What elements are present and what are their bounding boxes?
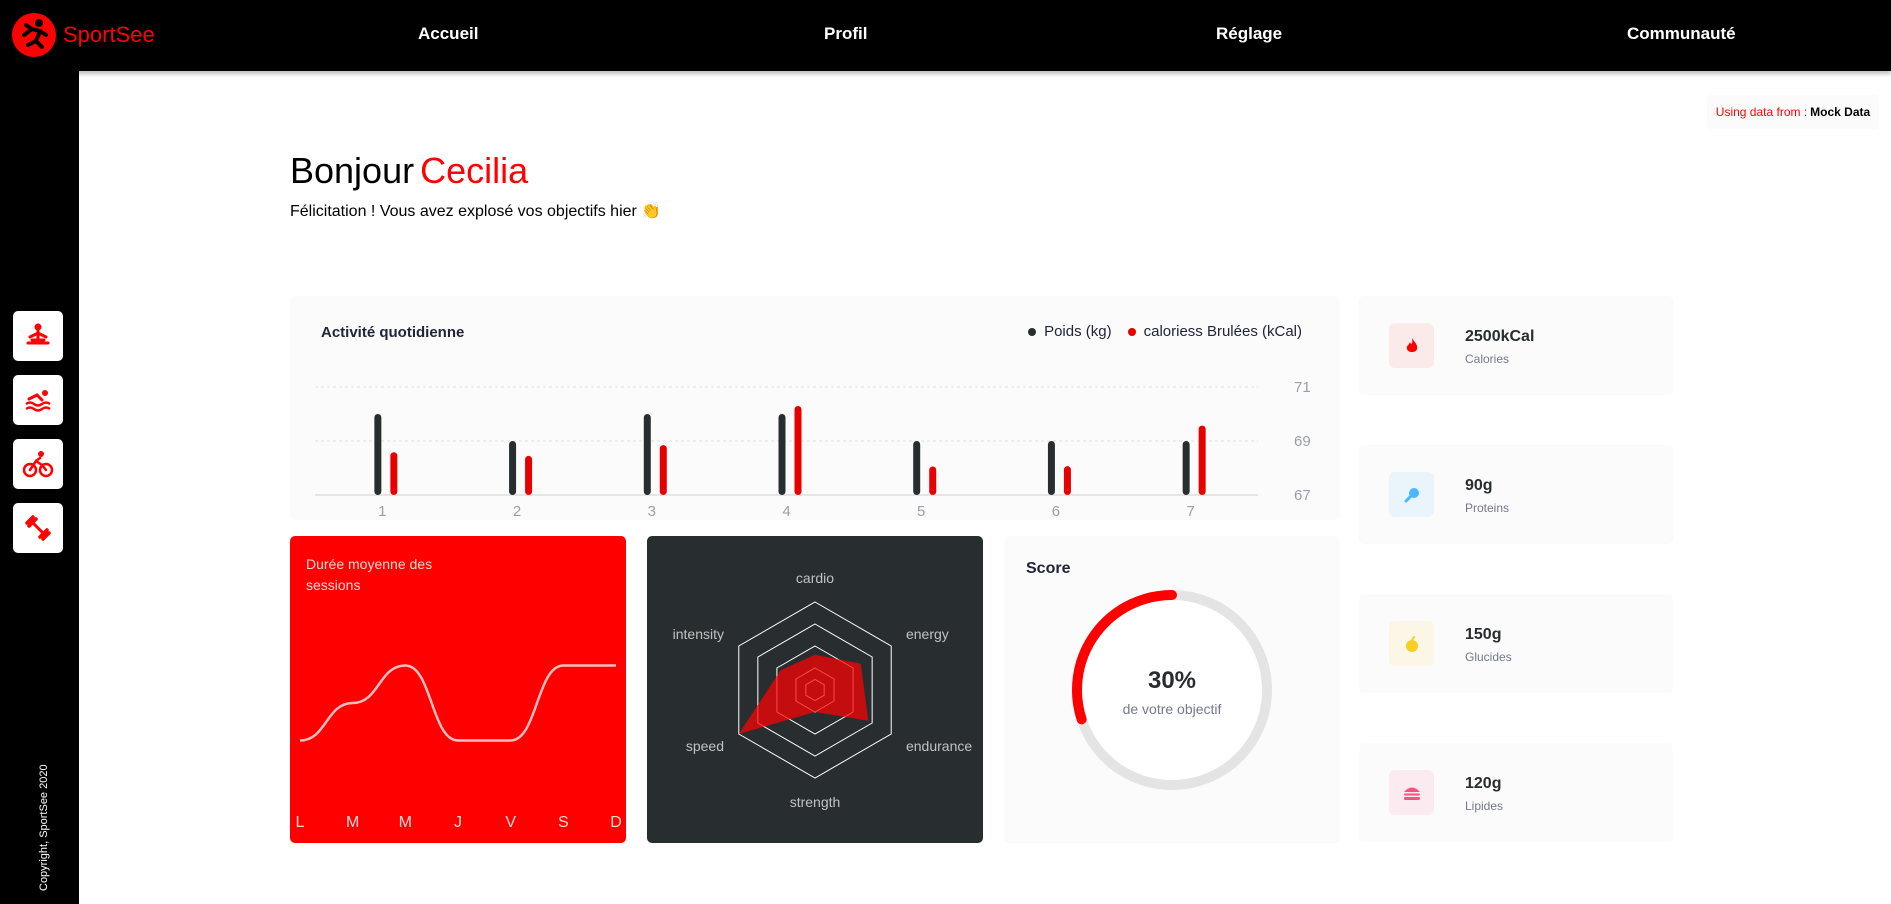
cycling-icon [22,451,54,478]
key-value-calories: 2500kCal [1465,328,1535,345]
sessions-line [299,664,616,742]
score-chart: Score 30% de votre objectif [1004,536,1340,843]
data-source-label: Using data from : [1715,105,1808,119]
left-sidebar: Copyright, SportSee 2020 [0,71,79,904]
radar-axis-label: energy [906,626,949,642]
burger-icon [1403,787,1420,800]
radar-axis-label: speed [686,738,724,754]
fire-icon [1406,337,1417,352]
y-tick-label: 69 [1294,433,1311,450]
chicken-icon [1404,487,1419,502]
key-label-carbs: Glucides [1465,650,1512,664]
calories-bar [929,466,937,495]
calories-bar [794,406,802,495]
swimming-button[interactable] [13,375,63,425]
score-subtitle: de votre objectif [1122,701,1222,717]
x-tick-label: 2 [513,503,521,520]
swimming-icon [25,390,51,412]
key-value-proteins: 90g [1465,477,1493,494]
key-card-lipids: 120g Lipides [1359,743,1673,842]
performance-radar-chart: cardio energy endurance strength speed intens… [647,536,983,843]
key-card-calories: 2500kCal Calories [1359,296,1673,395]
radar-axis-label: cardio [796,570,834,586]
app-name: SportSee [63,22,155,47]
radar-axis-label: intensity [673,626,724,642]
nav-profil[interactable]: Profil [824,24,867,44]
cycling-button[interactable] [13,439,63,489]
key-label-calories: Calories [1465,352,1510,366]
sessions-plot: LMMJVSD [296,664,622,831]
runner-logo-icon [12,13,56,57]
key-icon-box-calories [1389,323,1434,368]
calories-bar [525,455,533,495]
average-sessions-chart: Durée moyenne des sessions LMMJVSD [290,536,626,843]
radar-axis-label: strength [790,794,841,810]
nav-reglage[interactable]: Réglage [1216,24,1282,44]
day-tick-label: J [454,814,462,831]
key-icon-box-carbs [1389,621,1434,666]
weight-bar [509,441,517,495]
weight-bar [1182,441,1190,495]
user-first-name: Cecilia [420,150,529,191]
copyright-text: Copyright, SportSee 2020 [38,764,50,891]
day-tick-label: V [505,814,516,831]
page-title: Bonjour Cecilia [290,150,528,192]
logo[interactable]: SportSee [12,13,155,57]
y-tick-label: 71 [1294,379,1311,396]
calories-bar [1198,425,1206,495]
weight-bar [913,441,921,495]
meditation-icon [26,323,50,345]
key-card-proteins: 90g Proteins [1359,445,1673,544]
data-source-value: Mock Data [1810,105,1871,119]
data-source-badge[interactable]: Using data from : Mock Data [1707,95,1879,129]
radar-plot: cardio energy endurance strength speed intens… [673,570,973,810]
score-value: 30% [1147,667,1197,694]
day-tick-label: L [296,814,305,831]
nav-communaute[interactable]: Communauté [1627,24,1736,44]
x-tick-label: 4 [782,503,790,520]
top-navbar: SportSee Accueil Profil Réglage Communau… [0,0,1891,71]
calories-bar [659,445,667,495]
activity-plot: 6769711 2 3 4 5 6 7 [315,379,1311,520]
weight-bar [374,414,382,495]
weight-bar [643,414,651,495]
meditation-button[interactable] [13,311,63,361]
day-tick-label: D [610,814,622,831]
key-value-lipids: 120g [1465,775,1502,792]
greeting-message: Félicitation ! Vous avez explosé vos obj… [290,203,662,220]
x-tick-label: 1 [378,503,386,520]
day-tick-label: M [399,814,412,831]
dumbbell-button[interactable] [13,503,63,553]
dumbbell-icon [25,515,51,541]
key-icon-box-proteins [1389,472,1434,517]
day-tick-label: S [558,814,569,831]
day-tick-label: M [346,814,359,831]
key-label-lipids: Lipides [1465,799,1504,813]
x-tick-label: 7 [1186,503,1194,520]
weight-bar [1047,441,1055,495]
key-value-carbs: 150g [1465,626,1502,643]
x-tick-label: 3 [648,503,656,520]
key-card-carbs: 150g Glucides [1359,594,1673,693]
key-icon-box-lipids [1389,770,1434,815]
x-tick-label: 6 [1052,503,1060,520]
radar-axis-label: endurance [906,738,972,754]
weight-bar [778,414,786,495]
greeting-hello: Bonjour [290,150,415,191]
y-tick-label: 67 [1294,487,1311,504]
key-label-proteins: Proteins [1465,501,1510,515]
apple-icon [1405,635,1418,652]
x-tick-label: 5 [917,503,925,520]
calories-bar [1063,466,1071,495]
nav-accueil[interactable]: Accueil [418,24,478,44]
calories-bar [390,452,398,495]
daily-activity-chart: Activité quotidienne Poids (kg) calories… [290,296,1340,520]
